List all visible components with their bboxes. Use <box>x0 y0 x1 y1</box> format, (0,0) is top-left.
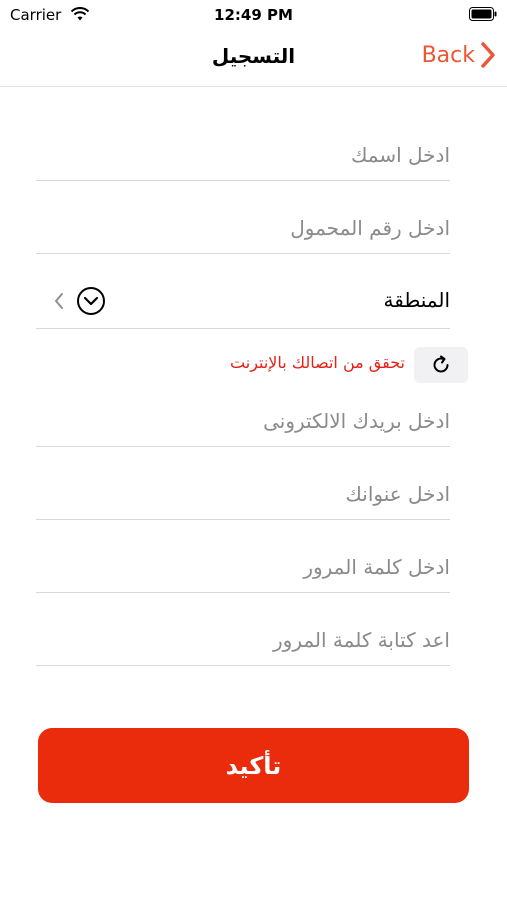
region-select[interactable]: المنطقة <box>36 276 450 329</box>
name-input[interactable] <box>36 130 450 180</box>
chevron-left-icon <box>55 293 63 309</box>
back-button[interactable]: Back <box>422 42 495 68</box>
region-label: المنطقة <box>383 288 451 312</box>
email-field-container <box>36 396 450 447</box>
connection-error-row: تحقق من اتصالك بالإنترنت <box>0 347 507 383</box>
confirm-password-field-container <box>36 615 450 666</box>
navigation-bar: التسجيل Back <box>0 30 507 87</box>
error-message: تحقق من اتصالك بالإنترنت <box>230 353 405 372</box>
phone-input[interactable] <box>36 203 450 253</box>
chevron-right-icon <box>481 42 495 68</box>
back-label: Back <box>421 42 475 68</box>
password-input[interactable] <box>36 542 450 592</box>
refresh-icon <box>433 355 449 373</box>
confirm-password-input[interactable] <box>36 615 450 665</box>
address-field-container <box>36 469 450 520</box>
chevron-down-circle-icon[interactable] <box>76 286 106 316</box>
clock: 12:49 PM <box>214 6 293 24</box>
status-bar: Carrier 12:49 PM <box>0 0 507 30</box>
battery-icon <box>469 7 497 21</box>
retry-button[interactable] <box>414 347 468 383</box>
address-input[interactable] <box>36 469 450 519</box>
name-field-container <box>36 130 450 181</box>
phone-field-container <box>36 203 450 254</box>
confirm-button[interactable]: تأكيد <box>38 728 469 803</box>
password-field-container <box>36 542 450 593</box>
email-input[interactable] <box>36 396 450 446</box>
